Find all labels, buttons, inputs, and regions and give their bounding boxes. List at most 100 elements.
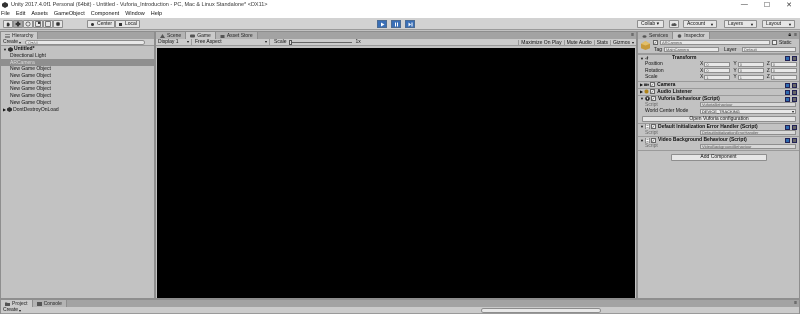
tab-services[interactable]: Services: [638, 32, 674, 39]
static-checkbox[interactable]: [772, 40, 777, 45]
pivot-center-toggle[interactable]: Center: [87, 20, 115, 28]
audio-listener-enabled-checkbox[interactable]: ✓: [650, 89, 656, 94]
world-center-mode-dropdown[interactable]: DEVICE_TRACKING ▾: [700, 108, 796, 114]
search-input[interactable]: Q▾All: [25, 39, 146, 45]
inspector-tabstrip: Services Inspector 🔒︎ ≡: [638, 32, 799, 39]
tag-dropdown[interactable]: MainCamera: [664, 47, 719, 52]
chevron-down-icon: ▼: [710, 21, 714, 27]
video-background-header[interactable]: ▼ ✓ Video Background Behaviour (Script): [638, 136, 799, 143]
position-y-field[interactable]: 0: [737, 61, 764, 67]
error-handler-header[interactable]: ▼ ✓ Default Initialization Error Handler…: [638, 122, 799, 130]
scene-root[interactable]: ▼ Untitled*: [1, 46, 154, 53]
collab-dropdown[interactable]: Collab ▾: [637, 20, 664, 28]
vuforia-enabled-checkbox[interactable]: ✓: [650, 96, 656, 101]
move-tool-button[interactable]: [13, 20, 23, 28]
list-item[interactable]: New Game Object: [1, 100, 154, 107]
camera-header[interactable]: ▶ ✓ Camera: [638, 80, 799, 88]
vuforia-script-field[interactable]: VuforiaBehaviour: [700, 102, 796, 108]
transform-tool-button[interactable]: [53, 20, 63, 28]
position-x-field[interactable]: 0: [704, 61, 731, 67]
tab-console[interactable]: Console: [32, 300, 67, 307]
maximize-on-play-toggle[interactable]: Maximize On Play: [518, 39, 563, 46]
layer-dropdown[interactable]: Default: [742, 47, 796, 52]
transform-header[interactable]: ▼ Transform: [638, 54, 799, 61]
menu-assets[interactable]: Assets: [31, 11, 48, 17]
vuforia-behaviour-header[interactable]: ▼ ✓ Vuforia Behaviour (Script): [638, 94, 799, 102]
aspect-dropdown[interactable]: Free Aspect ▾: [192, 39, 270, 45]
menu-icon[interactable]: ≡: [631, 32, 634, 38]
gizmos-dropdown[interactable]: Gizmos: [610, 39, 632, 46]
menu-icon[interactable]: ≡: [794, 32, 797, 38]
video-background-script-field[interactable]: VideoBackgroundBehaviour: [700, 143, 796, 149]
minimize-button[interactable]: —: [741, 1, 748, 8]
video-background-enabled-checkbox[interactable]: ✓: [650, 137, 656, 143]
tab-game[interactable]: Game: [186, 32, 216, 39]
layout-dropdown[interactable]: Layout ▼: [762, 20, 795, 28]
game-controller-icon: [190, 34, 196, 37]
list-item[interactable]: Directional Light: [1, 53, 154, 60]
game-render-area[interactable]: [157, 48, 635, 298]
scale-tool-button[interactable]: [33, 20, 43, 28]
menu-window[interactable]: Window: [125, 11, 145, 17]
list-item[interactable]: New Game Object: [1, 73, 154, 80]
tab-hierarchy[interactable]: Hierarchy: [1, 32, 39, 39]
project-search-input[interactable]: [481, 308, 601, 313]
position-z-field[interactable]: 0: [770, 61, 797, 67]
hierarchy-tabstrip: Hierarchy: [1, 32, 154, 39]
create-button[interactable]: Create: [3, 307, 18, 313]
move-icon: [15, 21, 21, 27]
rotation-y-field[interactable]: 0: [737, 68, 764, 74]
scale-slider[interactable]: [288, 39, 352, 45]
menu-edit[interactable]: Edit: [16, 11, 25, 17]
close-button[interactable]: ✕: [786, 1, 792, 9]
list-item-selected[interactable]: ARCamera: [1, 59, 154, 67]
layers-dropdown[interactable]: Layers ▼: [724, 20, 757, 28]
pause-button[interactable]: [391, 20, 401, 28]
menu-file[interactable]: File: [1, 11, 10, 17]
list-item[interactable]: New Game Object: [1, 93, 154, 100]
object-name-field[interactable]: ARCamera: [660, 40, 770, 45]
display-dropdown[interactable]: Display 1 ▾: [158, 39, 192, 45]
step-button[interactable]: [405, 20, 415, 28]
rect-tool-button[interactable]: [43, 20, 53, 28]
dont-destroy-on-load-root[interactable]: ▶ DontDestroyOnLoad: [1, 106, 154, 113]
error-handler-script-field[interactable]: DefaultInitializationErrorHandler: [700, 130, 796, 136]
hand-tool-button[interactable]: [3, 20, 13, 28]
menu-help[interactable]: Help: [151, 11, 162, 17]
mute-audio-toggle[interactable]: Mute Audio: [563, 39, 594, 46]
tab-inspector[interactable]: Inspector: [673, 32, 710, 39]
add-component-button[interactable]: Add Component: [670, 153, 767, 161]
error-handler-enabled-checkbox[interactable]: ✓: [650, 124, 656, 129]
list-item[interactable]: New Game Object: [1, 66, 154, 73]
account-dropdown[interactable]: Account ▼: [683, 20, 717, 28]
rotation-z-field[interactable]: 0: [770, 68, 797, 74]
maximize-button[interactable]: ☐: [764, 1, 770, 9]
list-item[interactable]: New Game Object: [1, 79, 154, 86]
chevron-down-icon: ▾: [631, 40, 634, 45]
audio-listener-header[interactable]: ▶ ✓ Audio Listener: [638, 87, 799, 95]
rotate-tool-button[interactable]: [23, 20, 33, 28]
active-checkbox[interactable]: ✓: [653, 40, 658, 45]
menu-icon[interactable]: ≡: [794, 300, 797, 306]
rotation-x-field[interactable]: 0: [704, 68, 731, 74]
cloud-button[interactable]: [669, 20, 679, 28]
slider-thumb[interactable]: [288, 39, 292, 45]
stats-toggle[interactable]: Stats: [593, 39, 610, 46]
menu-gameobject[interactable]: GameObject: [54, 11, 85, 17]
tab-asset-store[interactable]: Asset Store: [215, 32, 258, 39]
create-button[interactable]: Create: [3, 39, 18, 45]
scale-z-field[interactable]: 1: [770, 74, 797, 80]
lock-icon[interactable]: 🔒︎: [788, 32, 791, 38]
menu-component[interactable]: Component: [91, 11, 119, 17]
play-button[interactable]: [377, 20, 387, 28]
tab-scene[interactable]: Scene: [156, 32, 187, 39]
list-item[interactable]: New Game Object: [1, 86, 154, 93]
scale-y-field[interactable]: 1: [737, 74, 764, 80]
open-vuforia-config-button[interactable]: Open Vuforia configuration: [641, 115, 796, 122]
camera-enabled-checkbox[interactable]: ✓: [650, 82, 656, 87]
chevron-down-icon: ▼: [640, 55, 644, 61]
pivot-local-toggle[interactable]: Local: [115, 20, 140, 28]
scale-x-field[interactable]: 1: [704, 74, 731, 80]
tab-project[interactable]: Project: [1, 300, 33, 307]
list-icon: [5, 34, 10, 38]
